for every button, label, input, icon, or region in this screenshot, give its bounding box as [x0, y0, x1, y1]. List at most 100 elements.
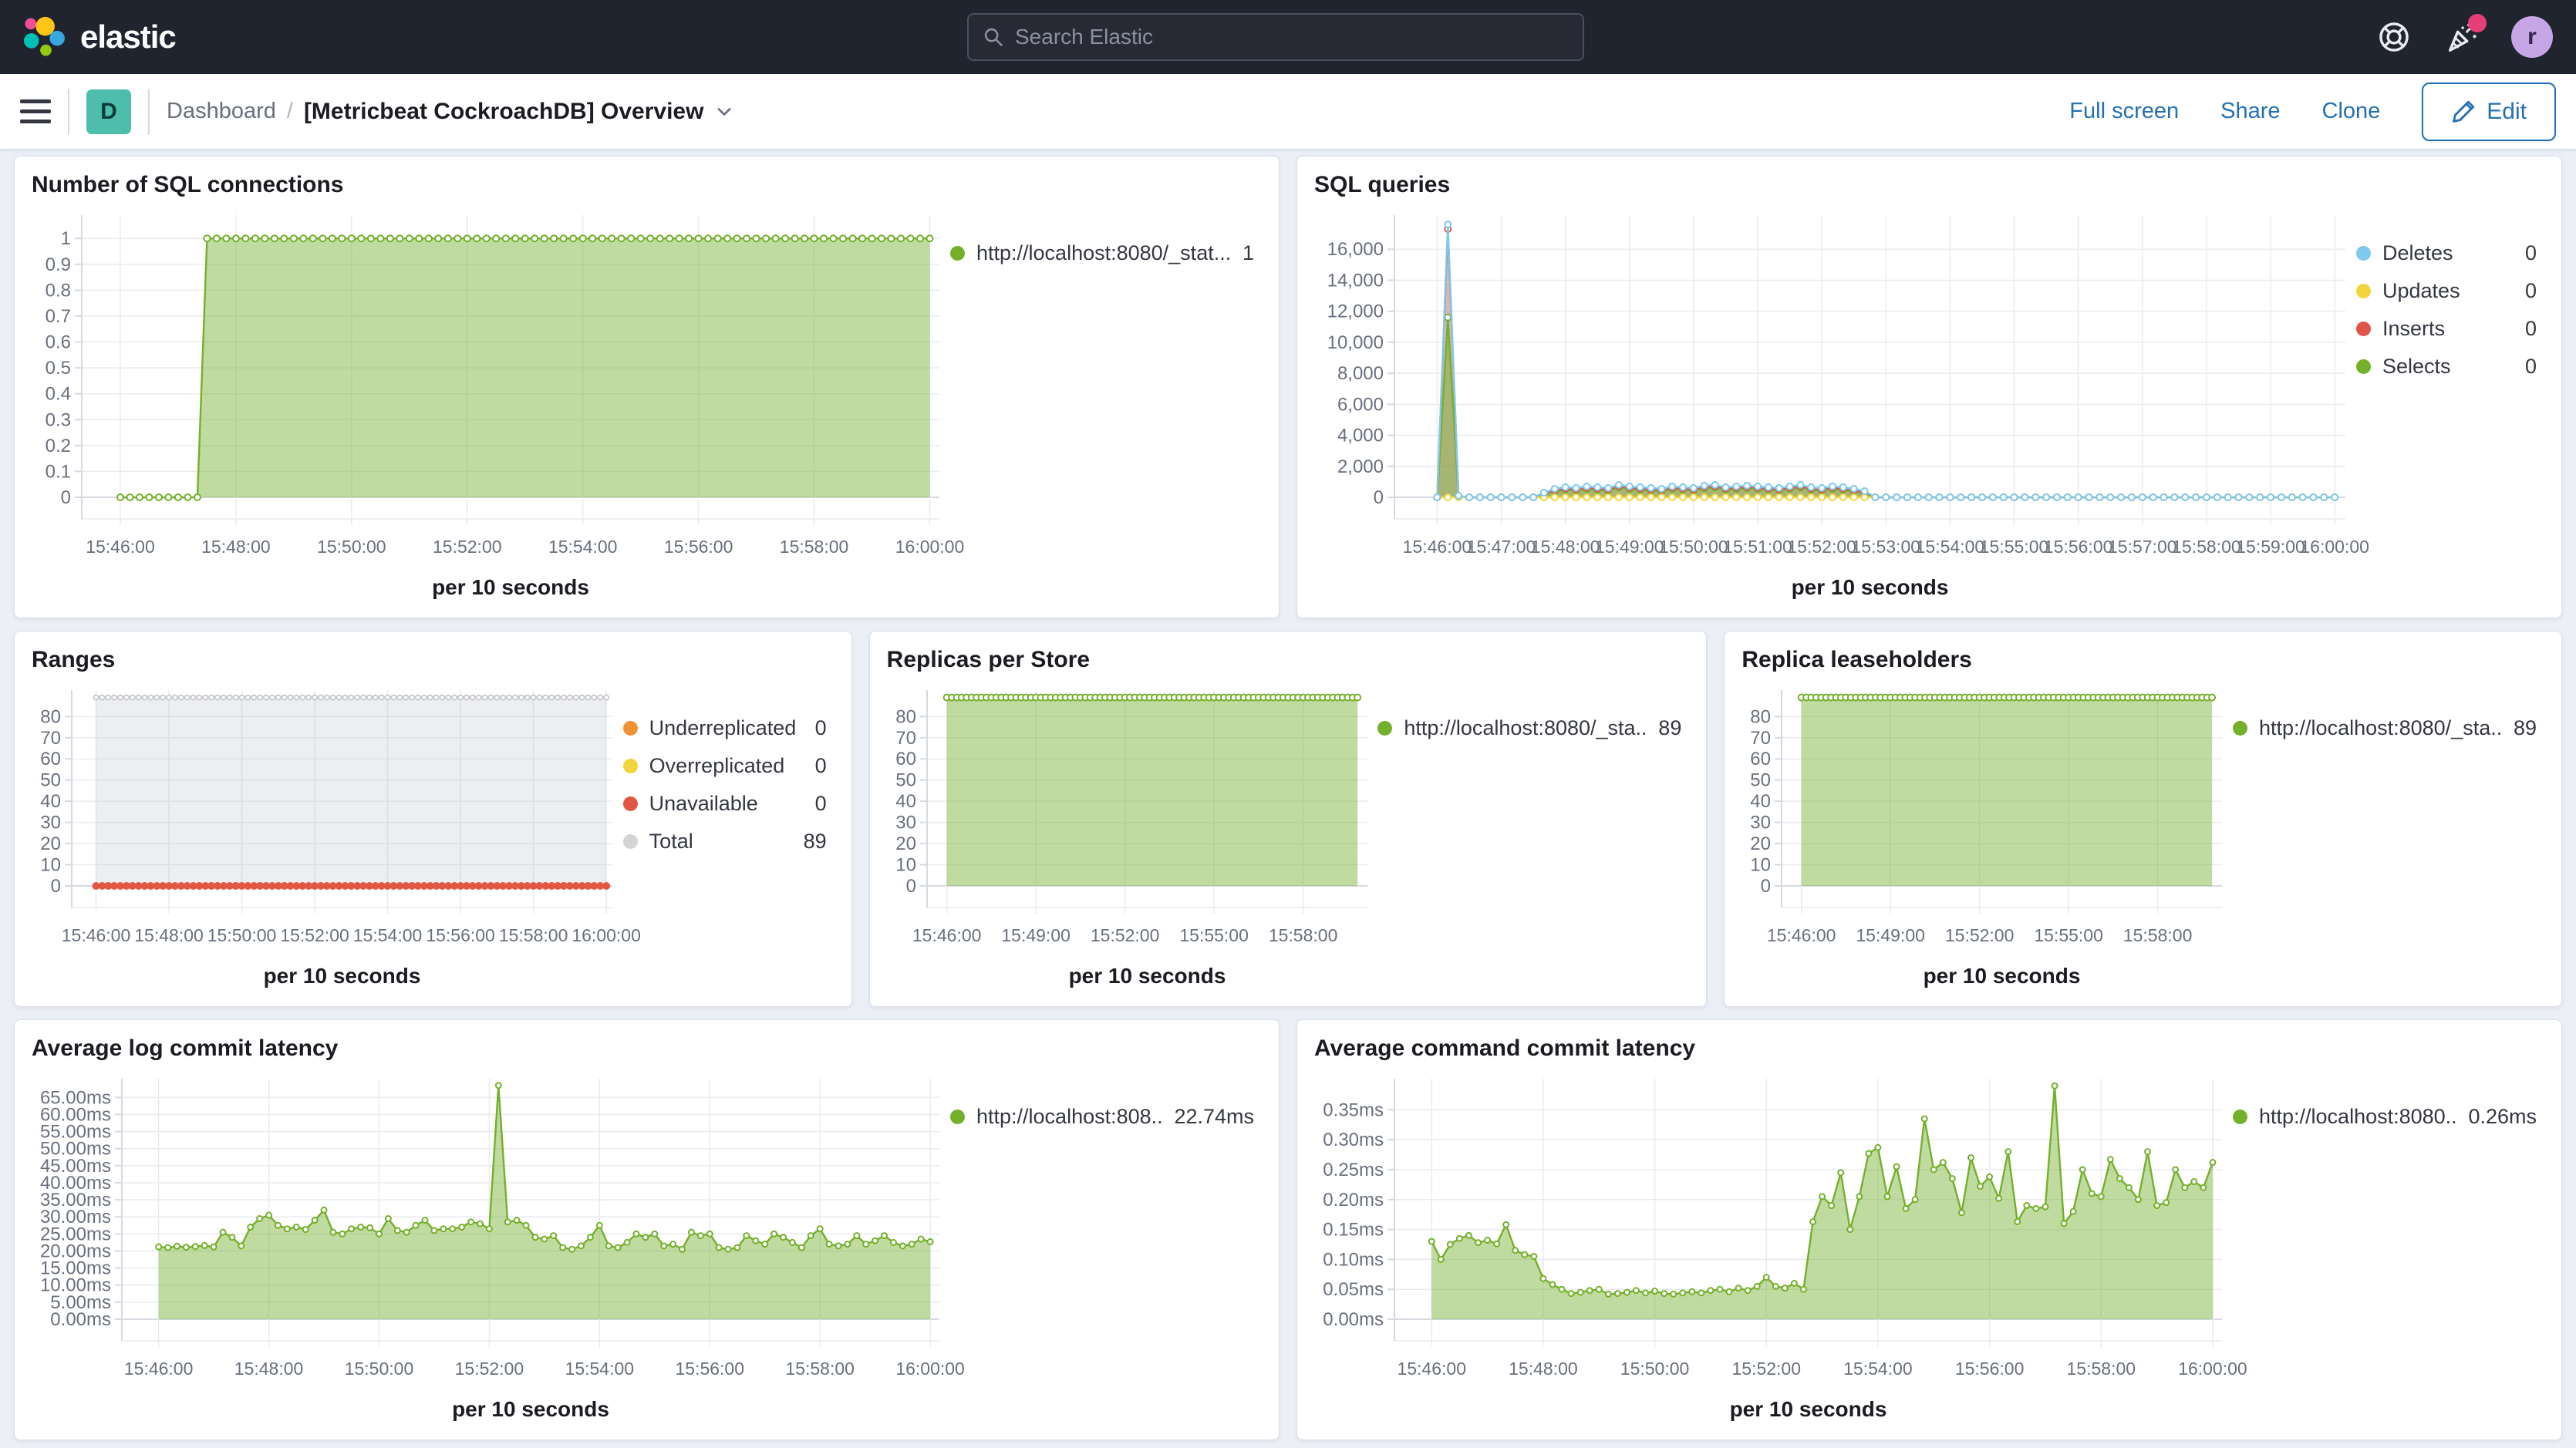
svg-text:20: 20	[40, 833, 61, 854]
svg-text:40: 40	[895, 791, 916, 812]
panel-title: Average log commit latency	[32, 1035, 1262, 1062]
legend-item[interactable]: http://localhost:8080/_sta... 89	[2233, 716, 2537, 739]
share-link[interactable]: Share	[2220, 99, 2280, 124]
svg-text:0: 0	[51, 876, 61, 897]
legend-item[interactable]: Updates0	[2356, 279, 2537, 302]
svg-text:80: 80	[40, 706, 61, 727]
breadcrumb-dashboard[interactable]: Dashboard	[167, 99, 276, 124]
brand-text: elastic	[80, 19, 176, 56]
news-button[interactable]	[2443, 19, 2480, 56]
svg-text:40: 40	[1751, 791, 1772, 812]
svg-text:15:48:00: 15:48:00	[1531, 537, 1600, 557]
svg-text:per 10 seconds: per 10 seconds	[1792, 575, 1949, 599]
search-input[interactable]: Search Elastic	[967, 13, 1584, 61]
svg-text:20: 20	[895, 833, 916, 854]
svg-text:2,000: 2,000	[1337, 456, 1384, 477]
svg-text:70: 70	[895, 728, 916, 749]
panel-sql-queries: SQL queries 16,00014,00012,00010,0008,00…	[1296, 156, 2562, 618]
svg-text:15:50:00: 15:50:00	[1620, 1359, 1690, 1379]
svg-text:0: 0	[1374, 487, 1384, 508]
breadcrumb: Dashboard / [Metricbeat CockroachDB] Ove…	[167, 99, 734, 125]
svg-text:0.3: 0.3	[46, 409, 71, 430]
legend-series-label: Unavailable	[649, 792, 758, 815]
help-button[interactable]	[2375, 19, 2412, 56]
legend-item[interactable]: Inserts0	[2356, 317, 2537, 340]
svg-text:15:54:00: 15:54:00	[1916, 537, 1985, 557]
legend-item[interactable]: http://localhost:8080/_sta... 89	[1377, 716, 1681, 739]
chart-replica-leaseholders[interactable]: 8070605040302010015:46:0015:49:0015:52:0…	[1741, 678, 2228, 998]
svg-text:15:46:00: 15:46:00	[1767, 925, 1836, 945]
legend-item[interactable]: Unavailable 0	[623, 792, 827, 815]
legend-series-label: http://localhost:8080/_sta...	[1404, 716, 1647, 739]
svg-text:0.35ms: 0.35ms	[1323, 1099, 1384, 1120]
user-avatar[interactable]: r	[2511, 16, 2553, 58]
legend-item[interactable]: Deletes0	[2356, 241, 2537, 264]
legend-series-label: http://localhost:808...	[976, 1105, 1162, 1128]
legend-series-dot	[2356, 284, 2371, 298]
divider	[148, 89, 150, 135]
chart-command-commit-latency[interactable]: 0.35ms0.30ms0.25ms0.20ms0.15ms0.10ms0.05…	[1314, 1066, 2228, 1432]
legend-series-dot	[950, 246, 965, 261]
svg-text:0.9: 0.9	[46, 254, 71, 275]
svg-text:16,000: 16,000	[1327, 239, 1384, 260]
legend-item[interactable]: http://localhost:808...22.74ms	[950, 1105, 1254, 1128]
legend-series-label: http://localhost:8080/_sta...	[2259, 716, 2502, 739]
legend-series-label: Deletes	[2382, 241, 2453, 264]
svg-text:60: 60	[1751, 749, 1772, 769]
space-badge[interactable]: D	[86, 89, 131, 134]
legend-series-value: 89	[2514, 716, 2537, 739]
svg-text:per 10 seconds: per 10 seconds	[432, 575, 589, 599]
svg-text:0.20ms: 0.20ms	[1323, 1190, 1384, 1211]
svg-text:15:56:00: 15:56:00	[426, 925, 495, 945]
svg-text:40: 40	[40, 791, 61, 812]
legend-series-dot	[623, 759, 638, 773]
svg-text:15:52:00: 15:52:00	[455, 1359, 524, 1379]
svg-text:15:52:00: 15:52:00	[280, 925, 349, 945]
full-screen-link[interactable]: Full screen	[2069, 99, 2179, 124]
svg-text:0: 0	[1761, 876, 1771, 897]
svg-text:15:50:00: 15:50:00	[345, 1359, 414, 1379]
panel-title: Average command commit latency	[1314, 1035, 2544, 1062]
clone-link[interactable]: Clone	[2322, 99, 2381, 124]
svg-text:0.05ms: 0.05ms	[1323, 1279, 1384, 1300]
chart-log-commit-latency[interactable]: 65.00ms60.00ms55.00ms50.00ms45.00ms40.00…	[32, 1066, 946, 1432]
chart-ranges[interactable]: 8070605040302010015:46:0015:48:0015:50:0…	[32, 678, 619, 998]
search-icon	[983, 26, 1004, 48]
svg-text:15:54:00: 15:54:00	[565, 1359, 635, 1379]
legend-item[interactable]: Overreplicated0	[623, 754, 827, 777]
svg-text:15:57:00: 15:57:00	[2108, 537, 2177, 557]
legend-item[interactable]: http://localhost:8080/_stat...1	[950, 241, 1254, 264]
svg-text:30: 30	[895, 813, 916, 833]
svg-text:15:52:00: 15:52:00	[1091, 925, 1160, 945]
chevron-down-icon[interactable]	[714, 102, 734, 122]
legend-series-dot	[2356, 246, 2371, 261]
panel-title: Ranges	[32, 647, 835, 673]
svg-text:50: 50	[40, 770, 61, 791]
svg-text:0.30ms: 0.30ms	[1323, 1130, 1384, 1150]
panel-replica-leaseholders: Replica leaseholders 8070605040302010015…	[1724, 631, 2562, 1007]
legend-series-dot	[1377, 721, 1392, 736]
legend-item[interactable]: Selects0	[2356, 355, 2537, 378]
legend-item[interactable]: Total89	[623, 830, 827, 853]
chart-replicas-per-store[interactable]: 8070605040302010015:46:0015:49:0015:52:0…	[887, 678, 1374, 998]
svg-text:12,000: 12,000	[1327, 301, 1384, 322]
svg-text:15:46:00: 15:46:00	[1397, 1359, 1466, 1379]
legend-series-value: 0	[815, 792, 827, 815]
svg-text:8,000: 8,000	[1337, 363, 1384, 384]
chart-sql-connections[interactable]: 10.90.80.70.60.50.40.30.20.1015:46:0015:…	[32, 203, 946, 610]
legend-series-value: 89	[1658, 716, 1681, 739]
panel-title: Replica leaseholders	[1741, 647, 2544, 673]
legend-item[interactable]: http://localhost:8080...0.26ms	[2233, 1105, 2537, 1128]
menu-icon[interactable]	[20, 99, 51, 123]
elastic-brand[interactable]: elastic	[0, 13, 176, 61]
edit-button[interactable]: Edit	[2422, 83, 2556, 141]
svg-text:4,000: 4,000	[1337, 426, 1384, 446]
legend-item[interactable]: Underreplicated0	[623, 716, 827, 739]
chart-sql-queries[interactable]: 16,00014,00012,00010,0008,0006,0004,0002…	[1314, 203, 2352, 610]
svg-text:0: 0	[905, 876, 915, 897]
lifebuoy-icon	[2377, 20, 2411, 54]
svg-text:15:48:00: 15:48:00	[134, 925, 204, 945]
svg-text:0: 0	[61, 487, 71, 508]
svg-text:per 10 seconds: per 10 seconds	[264, 964, 421, 988]
search-placeholder: Search Elastic	[1015, 25, 1153, 49]
